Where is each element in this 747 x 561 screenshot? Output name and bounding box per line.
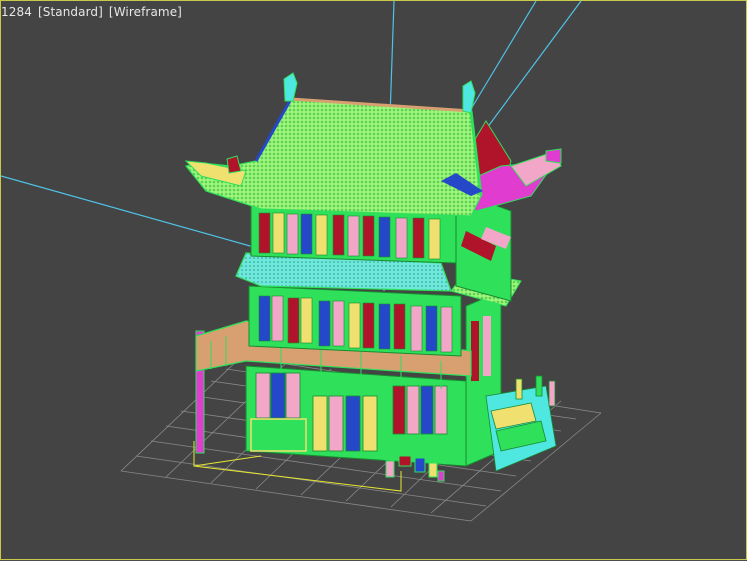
main-roof [184,98,482,217]
3d-viewport[interactable]: 1284 [Standard] [Wireframe] [0,0,747,560]
viewport-scene[interactable] [1,1,747,561]
